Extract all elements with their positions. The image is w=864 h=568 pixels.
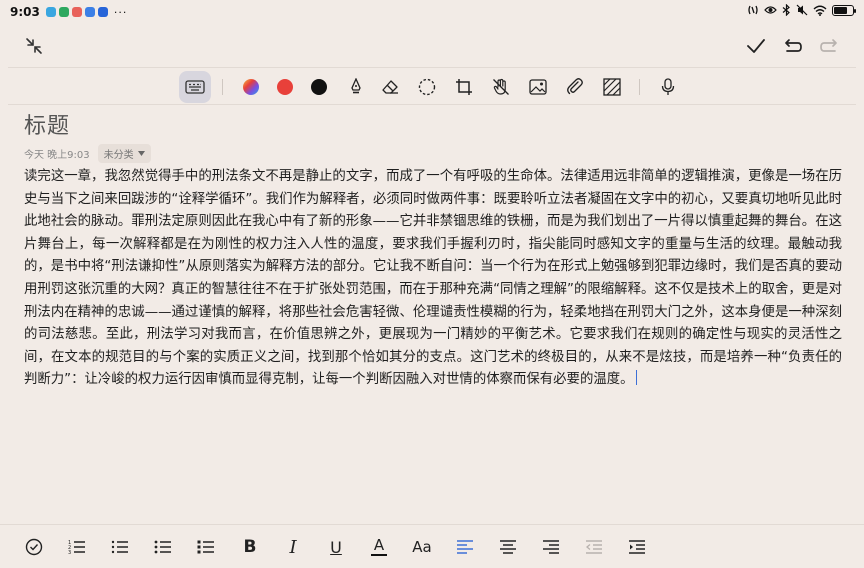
align-right-icon[interactable]: [535, 531, 567, 563]
text-color-label: A: [373, 536, 385, 554]
mute-icon: [796, 4, 808, 16]
format-toolbar: 123 B I U A Aa: [0, 524, 864, 568]
pen-icon[interactable]: [340, 71, 372, 103]
insert-toolbar: [0, 68, 864, 106]
eraser-icon[interactable]: [374, 71, 406, 103]
app-notification-icon: [84, 7, 95, 17]
image-icon[interactable]: [522, 71, 554, 103]
outdent-icon[interactable]: [578, 531, 610, 563]
text-color-button[interactable]: A: [363, 531, 395, 563]
text-cursor: [635, 370, 638, 386]
app-notification-icon: [71, 7, 82, 17]
attachment-icon[interactable]: [559, 71, 591, 103]
status-bar: 9:03 ···: [0, 0, 864, 24]
svg-text:3: 3: [68, 550, 71, 555]
top-action-bar: [0, 28, 864, 66]
note-body[interactable]: 读完这一章，我忽然觉得手中的刑法条文不再是静止的文字，而成了一个有呼吸的生命体。…: [24, 166, 842, 392]
indent-icon[interactable]: [621, 531, 653, 563]
category-label: 未分类: [103, 149, 134, 161]
category-dropdown[interactable]: 未分类: [97, 143, 151, 163]
note-date: 今天 晚上9:03: [24, 149, 90, 161]
note-body-text: 读完这一章，我忽然觉得手中的刑法条文不再是静止的文字，而成了一个有呼吸的生命体。…: [24, 169, 842, 388]
wifi-icon: [813, 5, 827, 16]
note-title[interactable]: 标题: [24, 108, 70, 140]
note-meta: 今天 晚上9:03 未分类: [24, 143, 151, 163]
palette-icon[interactable]: [235, 71, 267, 103]
bullet-list-icon[interactable]: [147, 531, 179, 563]
black-color-swatch[interactable]: [303, 71, 335, 103]
underline-button[interactable]: U: [320, 531, 352, 563]
redo-icon[interactable]: [813, 30, 845, 62]
chevron-down-icon: [137, 150, 145, 156]
nfc-icon: [748, 5, 758, 15]
toolbar-separator: [222, 79, 223, 95]
indented-list-icon[interactable]: [104, 531, 136, 563]
square-bullet-list-icon[interactable]: [190, 531, 222, 563]
app-notification-icon: [58, 7, 69, 17]
eye-icon: [764, 6, 777, 14]
red-color-swatch[interactable]: [269, 71, 301, 103]
bluetooth-icon: [782, 4, 790, 16]
bold-button[interactable]: B: [234, 531, 266, 563]
italic-button[interactable]: I: [277, 531, 309, 563]
app-notification-icon: [45, 7, 56, 17]
font-size-button[interactable]: Aa: [406, 531, 438, 563]
align-left-icon[interactable]: [449, 531, 481, 563]
status-time: 9:03: [10, 5, 40, 19]
app-notification-icon: [97, 7, 108, 17]
lasso-icon[interactable]: [411, 71, 443, 103]
toolbar-divider: [8, 104, 856, 105]
numbered-list-icon[interactable]: 123: [61, 531, 93, 563]
mic-icon[interactable]: [652, 71, 684, 103]
checkbox-list-icon[interactable]: [18, 531, 50, 563]
toolbar-separator: [639, 79, 640, 95]
hand-off-icon[interactable]: [485, 71, 517, 103]
collapse-icon[interactable]: [18, 30, 50, 62]
text-color-bar: [371, 554, 387, 556]
align-center-icon[interactable]: [492, 531, 524, 563]
status-more-icon: ···: [113, 5, 128, 19]
undo-icon[interactable]: [777, 30, 809, 62]
texture-icon[interactable]: [596, 71, 628, 103]
status-icons: [747, 4, 856, 16]
battery-icon: [832, 4, 856, 16]
crop-icon[interactable]: [448, 71, 480, 103]
done-check-icon[interactable]: [740, 30, 772, 62]
keyboard-icon[interactable]: [179, 71, 211, 103]
